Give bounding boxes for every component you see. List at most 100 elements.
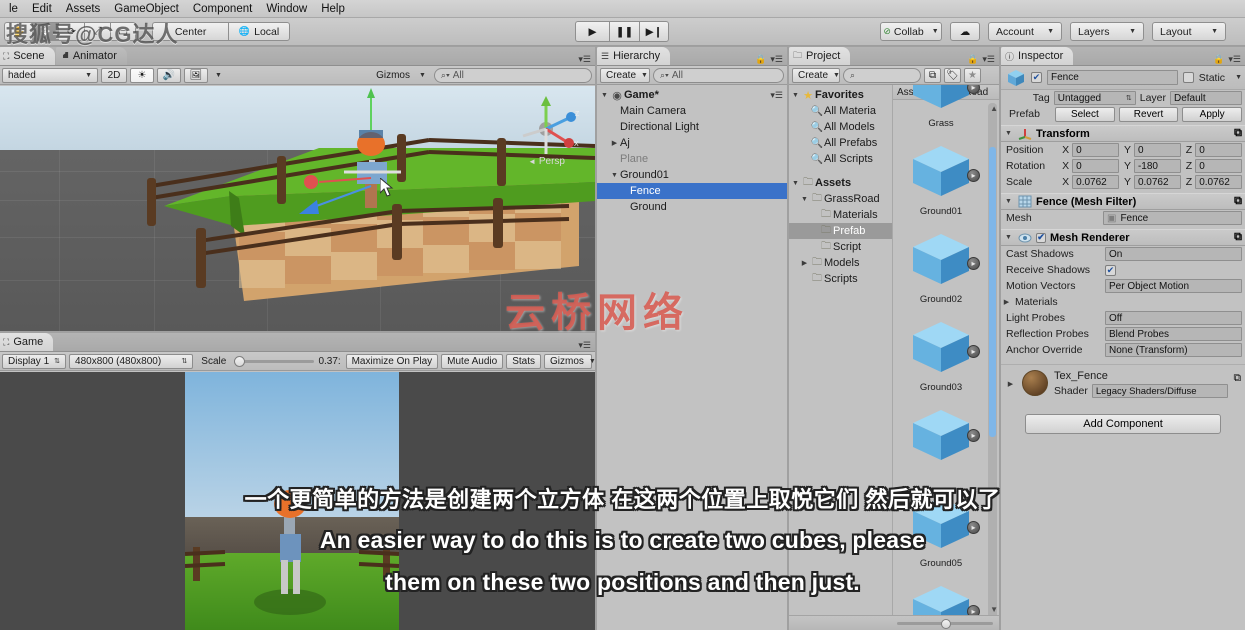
component-help-icon[interactable]: ⧉ bbox=[1234, 231, 1242, 244]
filter-by-label-button[interactable]: 🏷 bbox=[944, 67, 961, 83]
tab-scene[interactable]: ⛶ Scene bbox=[0, 47, 55, 65]
mesh-object-field[interactable]: ▣ Fence bbox=[1103, 211, 1242, 225]
hierarchy-item-plane[interactable]: Plane bbox=[597, 151, 787, 167]
panel-menu-icon[interactable]: ▾☰ bbox=[982, 54, 995, 65]
resolution-dropdown[interactable]: 480x800 (480x800) ⇅ bbox=[69, 353, 194, 369]
project-tree-item-scripts[interactable]: 🗀 Scripts bbox=[789, 271, 892, 287]
panel-menu-icon[interactable]: ▾☰ bbox=[1228, 54, 1241, 65]
chevron-down-icon[interactable]: ▼ bbox=[1003, 198, 1014, 205]
hierarchy-create-button[interactable]: Create ▼ bbox=[600, 67, 650, 83]
asset-tile[interactable]: ▸ bbox=[905, 404, 980, 470]
account-button[interactable]: Account ▼ bbox=[988, 22, 1062, 41]
component-help-icon[interactable]: ⧉ bbox=[1234, 370, 1242, 385]
prefab-apply-button[interactable]: Apply bbox=[1182, 106, 1243, 122]
project-tree-item-prefab[interactable]: 🗀 Prefab bbox=[789, 223, 892, 239]
static-checkbox[interactable] bbox=[1182, 72, 1194, 83]
panel-menu-icon[interactable]: ▾☰ bbox=[770, 54, 783, 65]
mesh-filter-component-header[interactable]: ▼ Fence (Mesh Filter) ⧉ bbox=[1001, 193, 1245, 210]
stats-button[interactable]: Stats bbox=[506, 353, 541, 369]
asset-tile[interactable]: ▸ Ground03 bbox=[905, 316, 980, 393]
asset-tile[interactable]: ▸ Grass bbox=[905, 85, 980, 129]
display-dropdown[interactable]: Display 1 ⇅ bbox=[2, 353, 67, 369]
hierarchy-item-ground01[interactable]: ▼ Ground01 bbox=[597, 167, 787, 183]
renderer-reflection-probes-field[interactable]: Blend Probes bbox=[1105, 327, 1242, 341]
lock-icon[interactable]: 🔒 bbox=[755, 54, 766, 65]
layers-button[interactable]: Layers ▼ bbox=[1070, 22, 1144, 41]
menu-item-gameobject[interactable]: GameObject bbox=[107, 2, 186, 16]
component-help-icon[interactable]: ⧉ bbox=[1234, 127, 1242, 140]
scene-audio-button[interactable]: 🔊 bbox=[157, 67, 181, 83]
project-tree-item-all-materia[interactable]: 🔍 All Materia bbox=[789, 103, 892, 119]
component-help-icon[interactable]: ⧉ bbox=[1234, 195, 1242, 208]
scroll-up-arrow[interactable]: ▲ bbox=[990, 104, 998, 113]
pause-button[interactable]: ❚❚ bbox=[609, 21, 639, 42]
transform-rotation-x-input[interactable]: 0 bbox=[1072, 159, 1119, 173]
pivot-rotation-button[interactable]: 🌐 Local bbox=[228, 22, 291, 41]
filter-by-type-button[interactable]: ⧉ bbox=[924, 67, 941, 83]
project-create-button[interactable]: Create ▼ bbox=[792, 67, 840, 83]
hierarchy-item-fence[interactable]: Fence bbox=[597, 183, 787, 199]
collab-button[interactable]: ⊘ Collab ▼ bbox=[880, 22, 942, 41]
step-button[interactable]: ▶❙ bbox=[639, 21, 669, 42]
project-tree-item-all-models[interactable]: 🔍 All Models bbox=[789, 119, 892, 135]
transform-position-z-input[interactable]: 0 bbox=[1195, 143, 1242, 157]
transform-rotation-z-input[interactable]: 0 bbox=[1195, 159, 1242, 173]
renderer-cast-shadows-field[interactable]: On bbox=[1105, 247, 1242, 261]
tab-game[interactable]: ⛶ Game bbox=[0, 333, 54, 351]
layout-button[interactable]: Layout ▼ bbox=[1152, 22, 1226, 41]
scene-lighting-button[interactable]: ☀ bbox=[130, 67, 154, 83]
scene-gizmos-button[interactable]: Gizmos ▼ bbox=[371, 68, 431, 83]
hierarchy-scene-root[interactable]: ▼ ◉ Game* ▾☰ bbox=[597, 87, 787, 103]
tab-animator[interactable]: ⛘ Animator bbox=[55, 47, 127, 65]
chevron-right-icon[interactable]: ▶ bbox=[1005, 370, 1016, 388]
project-tree-item-script[interactable]: 🗀 Script bbox=[789, 239, 892, 255]
scene-effects-button[interactable]: 🖼 bbox=[184, 67, 208, 83]
prefab-revert-button[interactable]: Revert bbox=[1118, 106, 1179, 122]
layer-dropdown[interactable]: Default bbox=[1170, 91, 1242, 105]
project-zoom-slider[interactable] bbox=[789, 615, 999, 630]
project-search-input[interactable]: ⌕ bbox=[843, 67, 921, 83]
hierarchy-item-aj[interactable]: ▶ Aj bbox=[597, 135, 787, 151]
chevron-right-icon[interactable]: ▶ bbox=[1001, 298, 1012, 306]
tag-dropdown[interactable]: Untagged ⇅ bbox=[1053, 91, 1136, 105]
transform-position-y-input[interactable]: 0 bbox=[1133, 143, 1181, 157]
maximize-on-play-button[interactable]: Maximize On Play bbox=[345, 353, 439, 369]
project-scrollbar-thumb[interactable] bbox=[989, 147, 996, 437]
menu-item-file[interactable]: le bbox=[2, 2, 25, 16]
chevron-down-icon[interactable]: ▼ bbox=[790, 92, 801, 99]
transform-position-x-input[interactable]: 0 bbox=[1072, 143, 1119, 157]
draw-mode-dropdown[interactable]: haded ▼ bbox=[2, 67, 98, 83]
chevron-down-icon[interactable]: ▼ bbox=[799, 196, 810, 203]
asset-tile[interactable]: ▸ Ground01 bbox=[905, 140, 980, 217]
menu-item-component[interactable]: Component bbox=[186, 2, 259, 16]
play-button[interactable]: ▶ bbox=[575, 21, 609, 42]
menu-item-window[interactable]: Window bbox=[259, 2, 314, 16]
scroll-down-arrow[interactable]: ▼ bbox=[990, 605, 998, 614]
chevron-right-icon[interactable]: ▶ bbox=[799, 259, 810, 267]
menu-item-assets[interactable]: Assets bbox=[59, 2, 108, 16]
tab-inspector[interactable]: ⓘ Inspector bbox=[1001, 47, 1074, 65]
add-component-button[interactable]: Add Component bbox=[1025, 414, 1221, 434]
scene-menu-icon[interactable]: ▾☰ bbox=[770, 90, 787, 101]
project-tree-item-grassroad[interactable]: ▼ 🗀 GrassRoad bbox=[789, 191, 892, 207]
prefab-select-button[interactable]: Select bbox=[1055, 106, 1115, 122]
transform-rotation-y-input[interactable]: -180 bbox=[1133, 159, 1181, 173]
tab-project[interactable]: 🗀 Project bbox=[789, 47, 851, 65]
object-name-input[interactable]: Fence bbox=[1047, 70, 1178, 85]
renderer-anchor-override-field[interactable]: None (Transform) bbox=[1105, 343, 1242, 357]
hierarchy-item-directional-light[interactable]: Directional Light bbox=[597, 119, 787, 135]
mesh-renderer-enabled-checkbox[interactable]: ✔ bbox=[1036, 232, 1046, 243]
lock-icon[interactable]: 🔒 bbox=[967, 54, 978, 65]
lock-icon[interactable]: 🔒 bbox=[1213, 54, 1224, 65]
transform-scale-x-input[interactable]: 0.0762 bbox=[1072, 175, 1119, 189]
chevron-down-icon[interactable]: ▼ bbox=[1003, 234, 1014, 241]
panel-menu-icon[interactable]: ▾☰ bbox=[578, 54, 591, 65]
mesh-renderer-component-header[interactable]: ▼ ✔ Mesh Renderer ⧉ bbox=[1001, 229, 1245, 246]
game-gizmos-button[interactable]: Gizmos ▼ bbox=[544, 353, 596, 369]
chevron-down-icon[interactable]: ▼ bbox=[599, 92, 610, 99]
transform-scale-y-input[interactable]: 0.0762 bbox=[1133, 175, 1181, 189]
cloud-button[interactable]: ☁ bbox=[950, 22, 980, 41]
panel-menu-icon[interactable]: ▾☰ bbox=[578, 340, 591, 351]
project-tree-item-materials[interactable]: 🗀 Materials bbox=[789, 207, 892, 223]
receive-shadows-checkbox[interactable]: ✔ bbox=[1105, 264, 1116, 276]
